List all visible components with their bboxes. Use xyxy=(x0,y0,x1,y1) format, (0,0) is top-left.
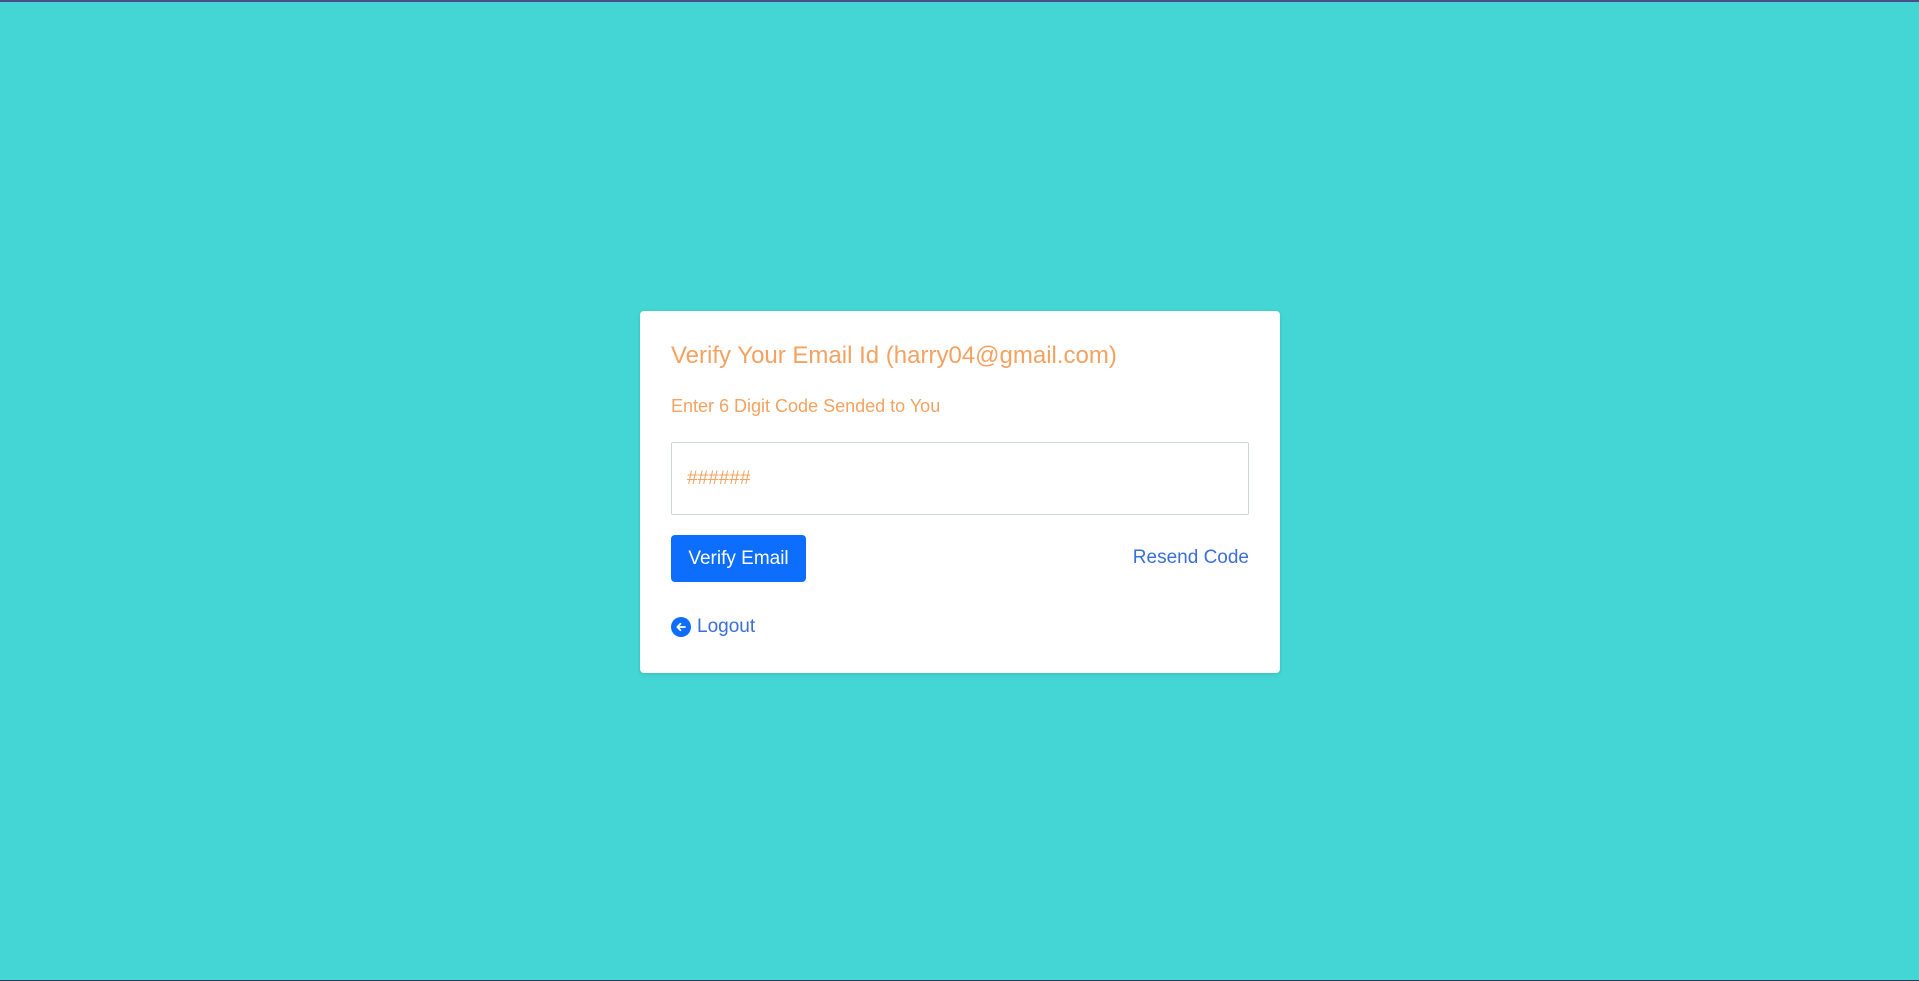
instruction-text: Enter 6 Digit Code Sended to You xyxy=(671,396,941,416)
logout-label: Logout xyxy=(697,616,756,637)
arrow-left-circle-icon xyxy=(671,617,691,638)
page-title: Verify Your Email Id (harry04@gmail.com) xyxy=(671,342,1117,369)
verification-code-input[interactable] xyxy=(671,442,1249,515)
verify-email-card: Verify Your Email Id (harry04@gmail.com)… xyxy=(640,311,1280,673)
logout-link[interactable]: Logout xyxy=(671,616,755,639)
resend-code-link[interactable]: Resend Code xyxy=(1133,547,1249,570)
verify-email-button[interactable]: Verify Email xyxy=(671,535,806,582)
top-border xyxy=(0,0,1919,2)
